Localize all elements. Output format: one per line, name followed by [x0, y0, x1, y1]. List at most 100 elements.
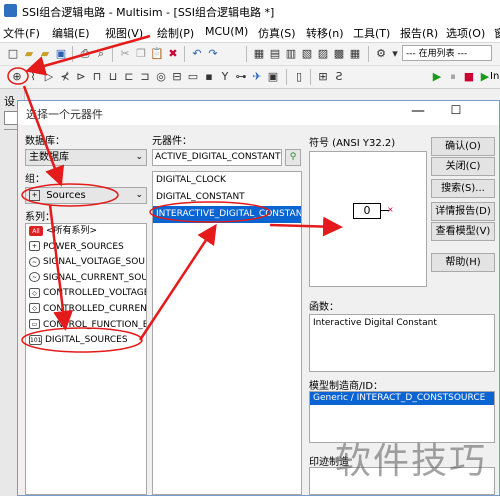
erc-icon[interactable]: ▩ [332, 46, 346, 61]
family-item-control-function[interactable]: ▭ CONTROL_FUNCTION_B [26, 318, 146, 334]
search-button[interactable]: 搜索(S)... [431, 179, 495, 198]
family-item-digital-sources[interactable]: 101 DIGITAL_SOURCES [26, 333, 146, 349]
menu-view[interactable]: 视图(V) [105, 25, 143, 41]
component-item-interactive-digital-constant[interactable]: INTERACTIVE_DIGITAL_CONSTAN [153, 206, 301, 223]
copy-icon[interactable]: ❐ [134, 46, 148, 61]
component-wizard-icon[interactable]: ⚙ [374, 46, 388, 61]
maximize-icon[interactable]: ☐ [446, 103, 466, 121]
place-ttl-icon[interactable]: ⊓ [90, 69, 104, 84]
new-file-icon[interactable]: □ [6, 46, 20, 61]
menu-transfer[interactable]: 转移(n) [306, 25, 344, 41]
family-item-controlled-voltage[interactable]: ◇ CONTROLLED_VOLTAGE [26, 286, 146, 302]
database-select[interactable]: 主数据库 ⌄ [25, 149, 147, 166]
place-diode-icon[interactable]: ▷ [42, 69, 56, 84]
menu-place[interactable]: 绘制(P) [157, 25, 194, 41]
design-toolbox-icon[interactable]: ▦ [252, 46, 266, 61]
place-indicator-icon[interactable]: ◎ [154, 69, 168, 84]
app-icon [4, 4, 17, 17]
spreadsheet-icon[interactable]: ▤ [268, 46, 282, 61]
pause-simulation-icon[interactable]: ⏸ [446, 69, 460, 84]
cut-icon[interactable]: ✂ [118, 46, 132, 61]
controlled-current-icon: ◇ [29, 303, 40, 314]
component-search-input[interactable]: ACTIVE_DIGITAL_CONSTANT [152, 149, 282, 166]
menu-mcu[interactable]: MCU(M) [205, 25, 248, 38]
database-manager-icon[interactable]: ▥ [284, 46, 298, 61]
place-electromech-icon[interactable]: ⊶ [234, 69, 248, 84]
symbol-label: 符号 (ANSI Y32.2) [309, 138, 396, 149]
group-select[interactable]: + Sources ⌄ [25, 187, 147, 204]
place-basic-icon[interactable]: ⌇ [26, 69, 40, 84]
signal-voltage-icon: ~ [29, 256, 40, 267]
backannotate-icon[interactable]: ▦ [348, 46, 362, 61]
ok-button[interactable]: 确认(O) [431, 137, 495, 156]
run-simulation-icon[interactable]: ▶ [430, 69, 444, 84]
place-rf-icon[interactable]: Y [218, 69, 232, 84]
bus-icon[interactable]: ⊞ [316, 69, 330, 84]
menu-simulate[interactable]: 仿真(S) [258, 25, 296, 41]
model-item[interactable]: Generic / INTERACT_D_CONSTSOURCE [310, 392, 494, 405]
close-button[interactable]: 关闭(C) [431, 157, 495, 176]
place-misc-digital-icon[interactable]: ⊏ [122, 69, 136, 84]
sources-icon: + [29, 189, 40, 201]
open-folder-icon[interactable]: ▰ [22, 46, 36, 61]
menu-edit[interactable]: 编辑(E) [52, 25, 90, 41]
stop-simulation-icon[interactable]: ■ [462, 69, 476, 84]
menu-options[interactable]: 选项(O) [446, 25, 485, 41]
menu-file[interactable]: 文件(F) [3, 25, 40, 41]
minimize-icon[interactable]: — [408, 103, 428, 121]
family-item-power-sources[interactable]: + POWER_SOURCES [26, 240, 146, 256]
in-use-list-select[interactable]: --- 在用列表 --- [402, 45, 492, 61]
place-transistor-icon[interactable]: ⊀ [58, 69, 72, 84]
symbol-preview: 0 × [309, 151, 427, 287]
group-label: 组： [25, 174, 45, 185]
print-icon[interactable]: ⎙ [78, 46, 92, 61]
open-sample-icon[interactable]: ▰ [38, 46, 52, 61]
design-toolbox-title: 设 [4, 95, 15, 108]
doc-icon[interactable] [4, 111, 18, 125]
pin-marker-icon: × [387, 205, 394, 214]
family-item-signal-current[interactable]: ~ SIGNAL_CURRENT_SOU [26, 271, 146, 287]
paste-icon[interactable]: 📋 [150, 46, 164, 61]
component-list[interactable]: DIGITAL_CLOCK DIGITAL_CONSTANT INTERACTI… [152, 171, 302, 495]
window-title: SSI组合逻辑电路 - Multisim - [SSI组合逻辑电路 *] [22, 6, 275, 19]
title-bar: SSI组合逻辑电路 - Multisim - [SSI组合逻辑电路 *] [0, 0, 500, 22]
place-cmos-icon[interactable]: ⊔ [106, 69, 120, 84]
redo-icon[interactable]: ↷ [206, 46, 220, 61]
digital-constant-symbol: 0 [353, 203, 381, 219]
help-button[interactable]: 帮助(H) [431, 253, 495, 272]
watermark: 软件技巧 [335, 441, 488, 482]
delete-icon[interactable]: ✖ [166, 46, 180, 61]
filter-icon[interactable]: ⚲ [285, 149, 301, 166]
undo-icon[interactable]: ↶ [190, 46, 204, 61]
place-ni-icon[interactable]: ✈ [250, 69, 264, 84]
family-item-signal-voltage[interactable]: ~ SIGNAL_VOLTAGE_SOU [26, 255, 146, 271]
in-use-list-icon[interactable]: ▾ [388, 46, 402, 61]
place-source-icon[interactable]: ⊕ [10, 69, 24, 84]
place-advanced-icon[interactable]: ▪ [202, 69, 216, 84]
family-item-all[interactable]: All <所有系列> [26, 224, 146, 240]
save-icon[interactable]: ▣ [54, 46, 68, 61]
menu-window[interactable]: 窗 [494, 25, 500, 41]
print-preview-icon[interactable]: ⌕ [94, 46, 108, 61]
signal-current-icon: ~ [29, 272, 40, 283]
view-model-button[interactable]: 查看模型(V) [431, 222, 495, 241]
place-power-icon[interactable]: ⊟ [170, 69, 184, 84]
family-item-controlled-current[interactable]: ◇ CONTROLLED_CURRENT [26, 302, 146, 318]
grapher-icon[interactable]: ▧ [300, 46, 314, 61]
detail-report-button[interactable]: 详情报告(D) [431, 202, 495, 221]
power-source-icon: + [29, 241, 40, 252]
component-item-digital-constant[interactable]: DIGITAL_CONSTANT [153, 189, 301, 206]
menu-reports[interactable]: 报告(R) [400, 25, 438, 41]
components-toolbar: ⊕ ⌇ ▷ ⊀ ⊳ ⊓ ⊔ ⊏ ⊐ ◎ ⊟ ▭ ▪ Y ⊶ ✈ ▣ ▯ ⊞ Ƨ … [0, 66, 500, 89]
component-item-digital-clock[interactable]: DIGITAL_CLOCK [153, 172, 301, 189]
place-misc-icon[interactable]: ▭ [186, 69, 200, 84]
control-function-icon: ▭ [29, 319, 40, 330]
place-mixed-icon[interactable]: ⊐ [138, 69, 152, 84]
place-analog-icon[interactable]: ⊳ [74, 69, 88, 84]
place-mcu-icon[interactable]: ▣ [266, 69, 280, 84]
wire-icon[interactable]: Ƨ [332, 69, 346, 84]
postprocessor-icon[interactable]: ▨ [316, 46, 330, 61]
family-list[interactable]: All <所有系列> + POWER_SOURCES ~ SIGNAL_VOLTAGE… [25, 223, 147, 495]
menu-tools[interactable]: 工具(T) [353, 25, 390, 41]
hierarchical-block-icon[interactable]: ▯ [292, 69, 306, 84]
